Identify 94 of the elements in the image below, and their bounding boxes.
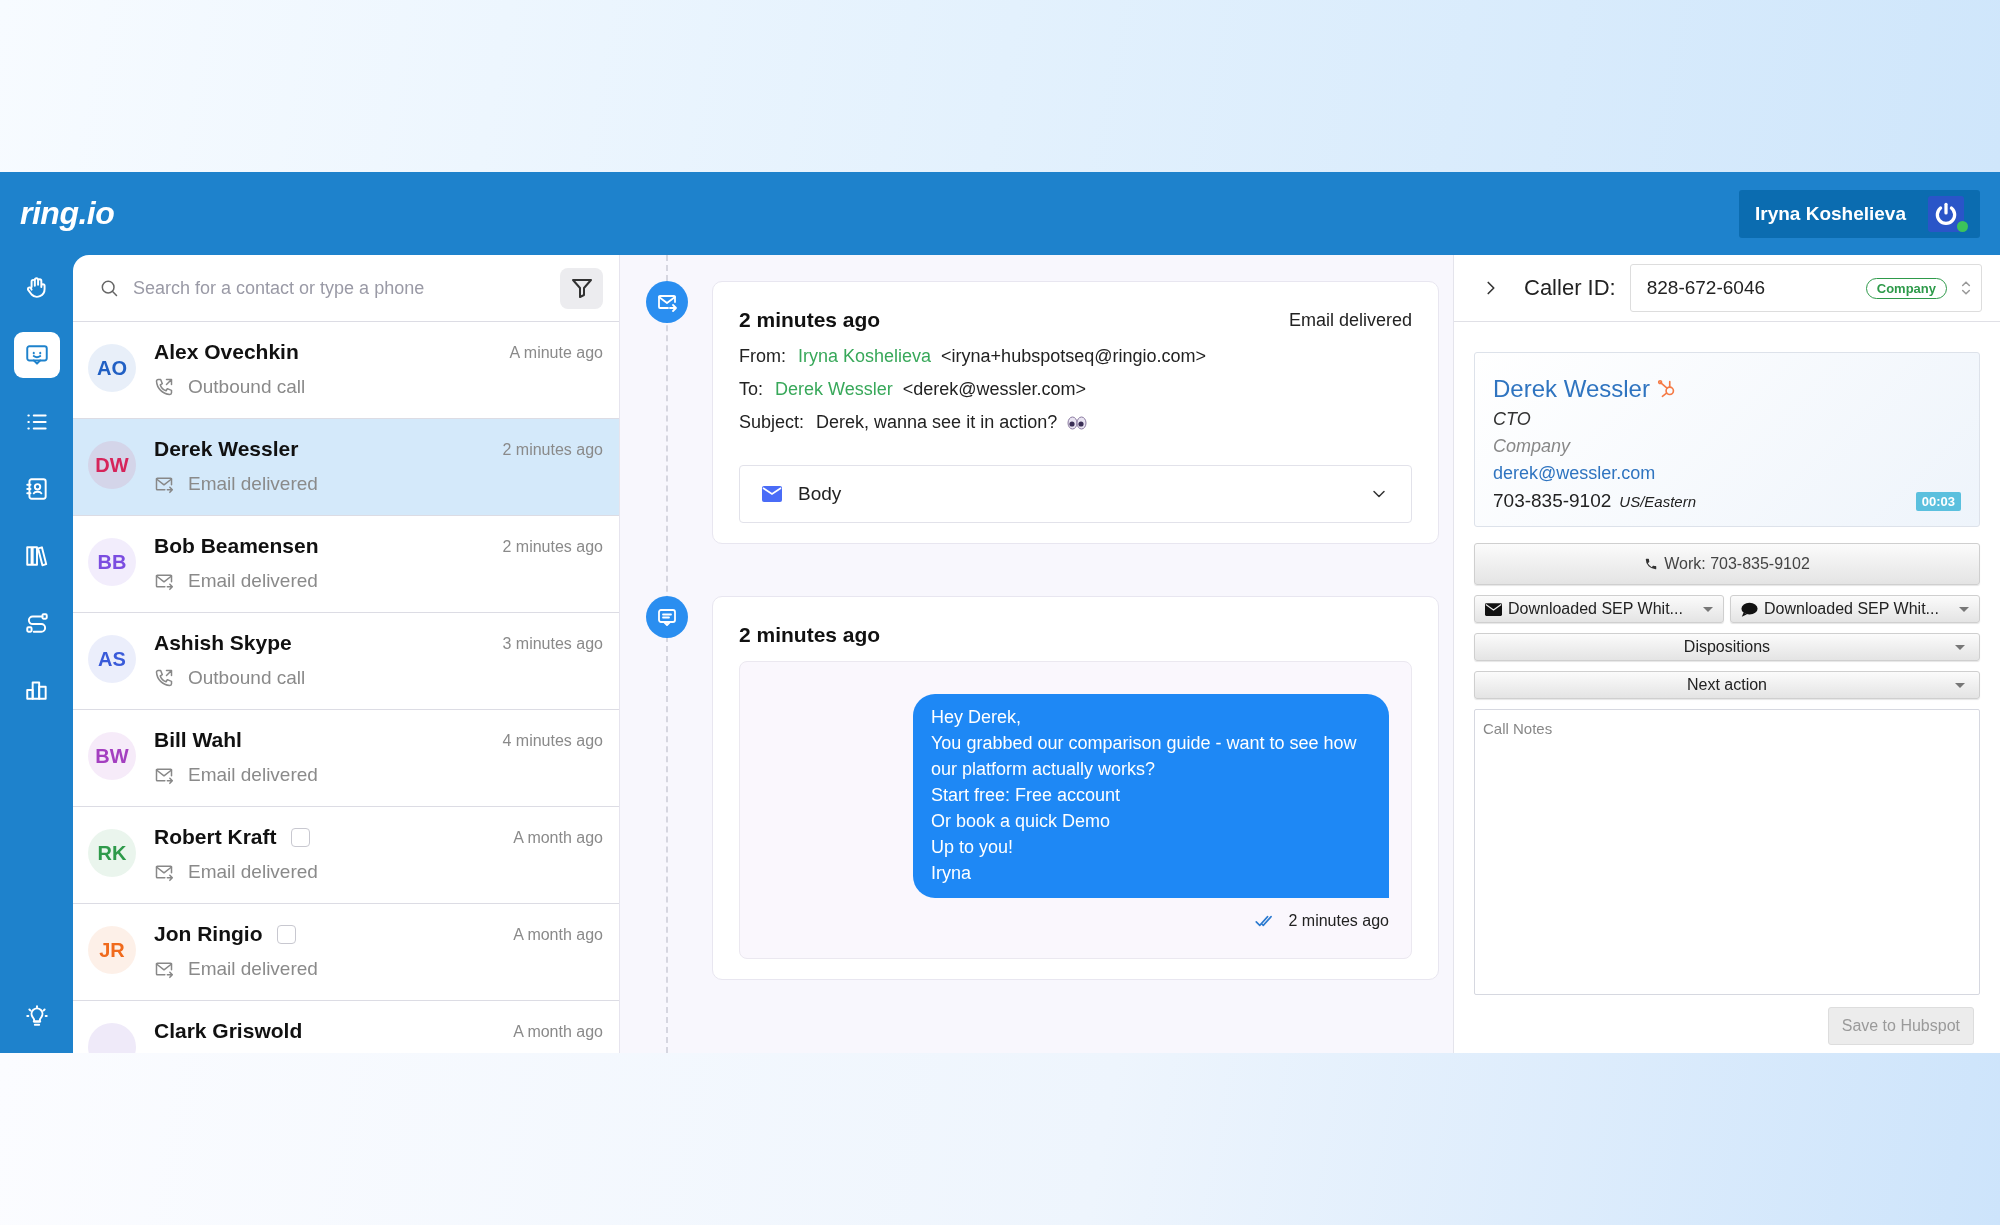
avatar: AS (88, 635, 136, 683)
event-time: 2 minutes ago (739, 308, 881, 332)
email-subject: Derek, wanna see it in action? (816, 412, 1058, 433)
filter-icon (569, 276, 594, 300)
search-icon (99, 278, 119, 298)
avatar: RK (88, 829, 136, 877)
avatar: BW (88, 732, 136, 780)
contact-row[interactable]: DW Derek Wessler Email delivered 2 minutes ago (73, 419, 619, 516)
email-address: <derek@wessler.com> (902, 379, 1087, 400)
field-label: From: (739, 346, 786, 367)
email-sent-icon (646, 281, 688, 323)
contact-name: Bill Wahl (154, 728, 242, 752)
contact-name: Robert Kraft (154, 825, 277, 849)
envelope-icon (1485, 602, 1502, 616)
contact-row[interactable]: BW Bill Wahl Email delivered 4 minutes ago (73, 710, 619, 807)
timestamp: 2 minutes ago (502, 440, 603, 459)
sender-name: Iryna Koshelieva (798, 346, 932, 367)
timestamp: A month ago (513, 925, 603, 944)
sent-time: 2 minutes ago (1288, 912, 1389, 930)
job-title: CTO (1493, 409, 1532, 430)
contact-name: Clark Griswold (154, 1019, 303, 1043)
contact-name: Jon Ringio (154, 922, 263, 946)
timezone: US/Eastern (1619, 492, 1698, 510)
company-name: Company (1493, 436, 1572, 457)
contact-name: Ashish Skype (154, 631, 292, 655)
avatar: JR (88, 926, 136, 974)
timestamp: A minute ago (509, 343, 603, 362)
contact-name: Alex Ovechkin (154, 340, 299, 364)
body-accordion[interactable]: Body (739, 465, 1412, 523)
event-time: 2 minutes ago (739, 623, 881, 647)
activity-label: Email delivered (188, 473, 318, 495)
chat-icon[interactable] (13, 332, 60, 378)
phone-outgoing-icon (154, 377, 174, 397)
activity-label: Email delivered (188, 570, 318, 592)
phone-icon (1644, 557, 1659, 571)
caller-id-label: Caller ID: (1524, 275, 1616, 301)
avatar: AO (88, 344, 136, 392)
phone-outgoing-icon (154, 668, 174, 688)
email-status: Email delivered (1288, 309, 1412, 331)
timestamp: A month ago (513, 828, 603, 847)
email-sent-icon (154, 474, 174, 494)
checkbox[interactable] (290, 827, 310, 847)
speech-bubble-icon (1741, 601, 1758, 617)
eyes-emoji-icon (1067, 415, 1088, 430)
caret-icon (1955, 645, 1965, 650)
phone-number: 703-835-9102 (1493, 490, 1612, 512)
caller-id-select[interactable]: 828-672-6046 Company (1629, 264, 1982, 312)
field-label: To: (739, 379, 763, 400)
timestamp: A month ago (513, 1022, 603, 1041)
avatar: DW (88, 441, 136, 489)
template-dropdown[interactable]: Downloaded SEP Whit... (1474, 595, 1724, 623)
timestamp: 3 minutes ago (502, 634, 603, 653)
timestamp: 2 minutes ago (502, 537, 603, 556)
user-button[interactable]: Iryna Koshelieva (1738, 189, 1980, 238)
filter-button[interactable] (560, 267, 603, 309)
envelope-icon (762, 486, 782, 502)
contact-name: Derek Wessler (1493, 375, 1650, 403)
email-sent-icon (154, 862, 174, 882)
timestamp: 4 minutes ago (502, 731, 603, 750)
activity-label: Outbound call (188, 376, 306, 398)
contact-name: Derek Wessler (154, 437, 299, 461)
caret-icon (1955, 683, 1965, 688)
email-address: <iryna+hubspotseq@ringio.com> (941, 346, 1206, 367)
contact-row[interactable]: BB Bob Beamensen Email delivered 2 minutes ago (73, 516, 619, 613)
caret-icon (1703, 606, 1713, 612)
notes-field[interactable]: Call Notes (1474, 709, 1980, 995)
email-sent-icon (154, 571, 174, 591)
activity-label: Email delivered (188, 861, 318, 883)
contact-row[interactable]: AS Ashish Skype Outbound call 3 minutes ago (73, 613, 619, 710)
message-icon (646, 596, 688, 638)
contact-row[interactable]: RK Robert Kraft Email delivered A month ago (73, 807, 619, 904)
dropdown[interactable]: Next action (1474, 671, 1980, 699)
caret-icon (1959, 606, 1969, 612)
dropdown[interactable]: Dispositions (1474, 633, 1980, 661)
contact-row[interactable]: JR Jon Ringio Email delivered A month ago (73, 904, 619, 1001)
email-link[interactable]: derek@wessler.com (1493, 463, 1961, 484)
message-bubble: Hey Derek, You grabbed our comparison guide - want to see how our platform actually works? Start free: Free account Or book a quick Demo Up to you! Iryna (913, 694, 1389, 898)
email-sent-icon (154, 765, 174, 785)
work-phone-button[interactable]: Work: 703-835-9102 (1474, 543, 1980, 585)
search-field[interactable]: Search for a contact or type a phone (99, 276, 550, 300)
checkbox[interactable] (276, 924, 296, 944)
activity-label: Email delivered (188, 764, 318, 786)
avatar: BB (88, 538, 136, 586)
template-dropdown[interactable]: Downloaded SEP Whit... (1730, 595, 1980, 623)
lightbulb-icon[interactable] (23, 1003, 50, 1029)
activity-label: Outbound call (188, 667, 306, 689)
power-icon (1928, 195, 1964, 232)
contact-name: Bob Beamensen (154, 534, 319, 558)
logo: ring.io (20, 195, 115, 232)
field-label: Subject: (739, 412, 805, 433)
sender-name: Derek Wessler (775, 379, 893, 400)
email-sent-icon (154, 959, 174, 979)
call-timer: 00:03 (1915, 491, 1961, 511)
activity-label: Email delivered (188, 958, 318, 980)
